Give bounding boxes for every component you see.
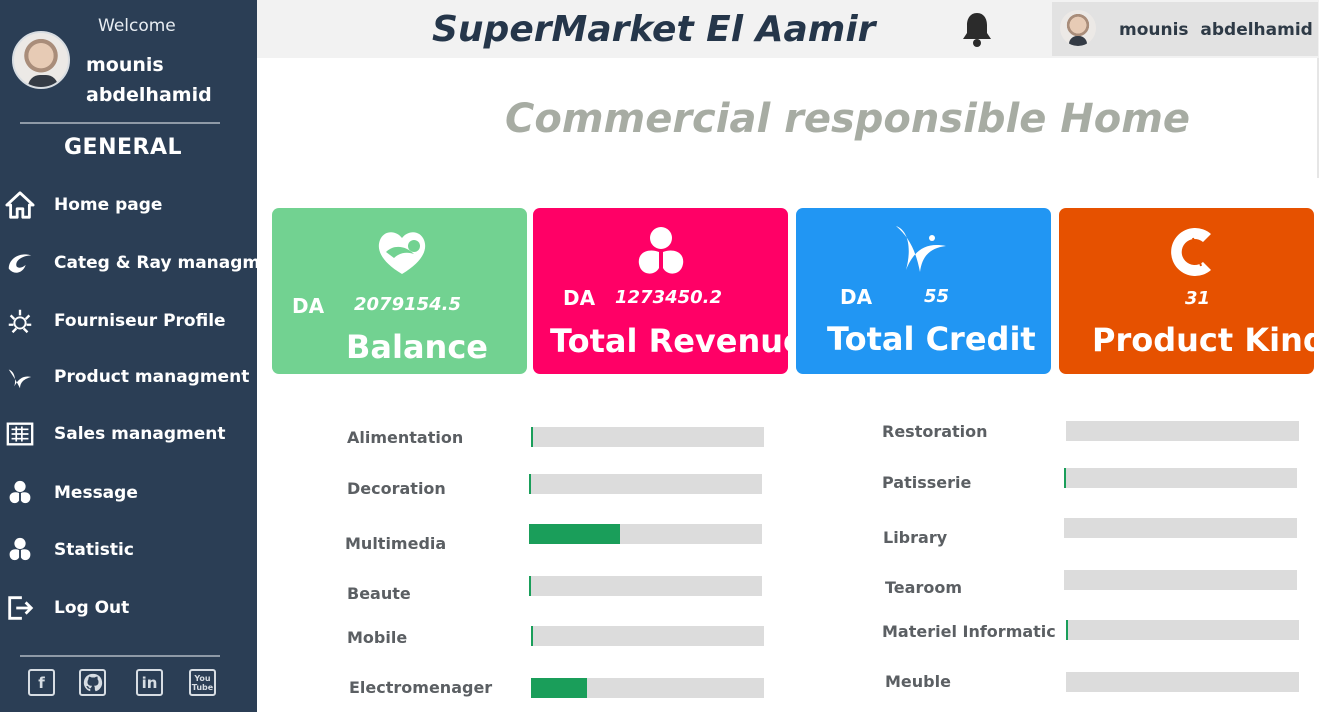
category-progress-bar xyxy=(529,524,762,544)
category-progress-bar xyxy=(1066,672,1299,692)
sidebar-item-label: Statistic xyxy=(54,540,134,560)
social-label: f xyxy=(38,673,45,692)
product-kind-label: Product Kind xyxy=(1092,321,1321,359)
top-bar: SuperMarket El Aamir mounis abdelhamid xyxy=(257,0,1319,58)
category-label: Multimedia xyxy=(345,534,447,553)
github-icon[interactable] xyxy=(79,669,106,696)
sidebar-item-label: Product managment xyxy=(54,367,250,387)
category-progress-bar xyxy=(531,427,764,447)
c-logo-icon xyxy=(1167,222,1227,282)
sidebar-item-statistic[interactable]: Statistic xyxy=(0,530,257,570)
register-icon xyxy=(4,418,36,450)
category-label: Tearoom xyxy=(885,578,962,597)
category-progress-bar xyxy=(1066,620,1299,640)
category-label: Alimentation xyxy=(347,428,464,447)
credit-value: 55 xyxy=(924,286,950,307)
sidebar-item-product[interactable]: Product managment xyxy=(0,357,257,397)
flower-icon xyxy=(4,477,36,509)
category-progress-bar xyxy=(531,678,764,698)
category-label: Patisserie xyxy=(882,473,972,492)
sidebar-item-fourniseur[interactable]: Fourniseur Profile xyxy=(0,301,257,341)
bell-icon[interactable] xyxy=(959,10,995,48)
category-progress-bar xyxy=(529,576,762,596)
sidebar-item-label: Log Out xyxy=(54,598,130,618)
progress-fill xyxy=(1064,468,1067,488)
revenue-value: 1273450.2 xyxy=(615,287,723,308)
header-user-name: mounis abdelhamid xyxy=(1119,20,1313,40)
sidebar-item-label: Message xyxy=(54,483,138,503)
category-label: Decoration xyxy=(347,479,446,498)
category-progress-bar xyxy=(1066,421,1299,441)
category-label: Electromenager xyxy=(349,678,493,697)
home-icon xyxy=(4,189,36,221)
progress-fill xyxy=(531,678,587,698)
wave-icon xyxy=(4,361,36,393)
heart-icon xyxy=(372,222,432,282)
social-label: in xyxy=(141,673,158,692)
sidebar-item-home[interactable]: Home page xyxy=(0,185,257,225)
category-label: Library xyxy=(883,528,948,547)
wave-icon xyxy=(892,220,952,280)
credit-label: Total Credit xyxy=(827,320,1036,358)
progress-fill xyxy=(531,427,534,447)
swirl-logo-icon xyxy=(4,247,36,279)
app-window: Welcome mounis abdelhamid GENERAL Home p… xyxy=(0,0,1321,712)
category-progress-bar xyxy=(529,474,762,494)
sidebar-item-label: Categ & Ray managment xyxy=(54,253,292,273)
progress-fill xyxy=(529,576,532,596)
avatar xyxy=(1060,10,1096,46)
divider xyxy=(1317,58,1319,178)
section-title: GENERAL xyxy=(63,135,182,160)
product-kind-value: 31 xyxy=(1185,288,1211,309)
total-credit-card[interactable]: DA 55 Total Credit xyxy=(796,208,1051,374)
progress-fill xyxy=(1066,620,1069,640)
logout-icon xyxy=(4,592,36,624)
app-title: SuperMarket El Aamir xyxy=(432,9,876,50)
sidebar-item-logout[interactable]: Log Out xyxy=(0,588,257,628)
balance-label: Balance xyxy=(346,328,488,366)
sidebar-item-label: Home page xyxy=(54,195,163,215)
category-progress-bar xyxy=(1064,570,1297,590)
total-revenue-card[interactable]: DA 1273450.2 Total Revenue xyxy=(533,208,805,374)
sidebar-item-label: Fourniseur Profile xyxy=(54,311,226,331)
category-label: Materiel Informatic xyxy=(882,622,1056,641)
sidebar-divider xyxy=(20,122,220,124)
sidebar-item-categ[interactable]: Categ & Ray managment xyxy=(0,243,292,283)
revenue-label: Total Revenue xyxy=(550,322,805,360)
page-title: Commercial responsible Home xyxy=(505,96,1191,142)
sidebar-item-message[interactable]: Message xyxy=(0,473,257,513)
currency-label: DA xyxy=(563,286,596,310)
sidebar-item-label: Sales managment xyxy=(54,424,226,444)
social-label: You Tube xyxy=(191,673,214,692)
category-progress-bar xyxy=(531,626,764,646)
category-label: Mobile xyxy=(347,628,408,647)
category-progress-bar xyxy=(1064,518,1297,538)
category-label: Restoration xyxy=(882,422,988,441)
wreath-icon xyxy=(4,305,36,337)
progress-fill xyxy=(529,474,532,494)
currency-label: DA xyxy=(292,294,325,318)
flower-icon xyxy=(4,534,36,566)
category-label: Beaute xyxy=(347,584,411,603)
sidebar: Welcome mounis abdelhamid GENERAL Home p… xyxy=(0,0,292,712)
currency-label: DA xyxy=(840,285,873,309)
category-label: Meuble xyxy=(885,672,951,691)
progress-fill xyxy=(531,626,534,646)
product-kind-card[interactable]: 31 Product Kind xyxy=(1059,208,1321,374)
youtube-icon[interactable]: You Tube xyxy=(189,669,216,696)
sidebar-user-name: mounis abdelhamid xyxy=(86,54,212,106)
category-progress-bar xyxy=(1064,468,1297,488)
sidebar-divider xyxy=(20,655,220,657)
flower-icon xyxy=(631,222,691,282)
progress-fill xyxy=(529,524,620,544)
sidebar-item-sales[interactable]: Sales managment xyxy=(0,414,257,454)
welcome-text: Welcome xyxy=(98,16,176,36)
balance-value: 2079154.5 xyxy=(354,294,462,315)
facebook-icon[interactable]: f xyxy=(28,669,55,696)
avatar xyxy=(12,31,70,89)
user-menu[interactable]: mounis abdelhamid xyxy=(1052,2,1318,56)
balance-card[interactable]: DA 2079154.5 Balance xyxy=(272,208,527,374)
linkedin-icon[interactable]: in xyxy=(136,669,163,696)
